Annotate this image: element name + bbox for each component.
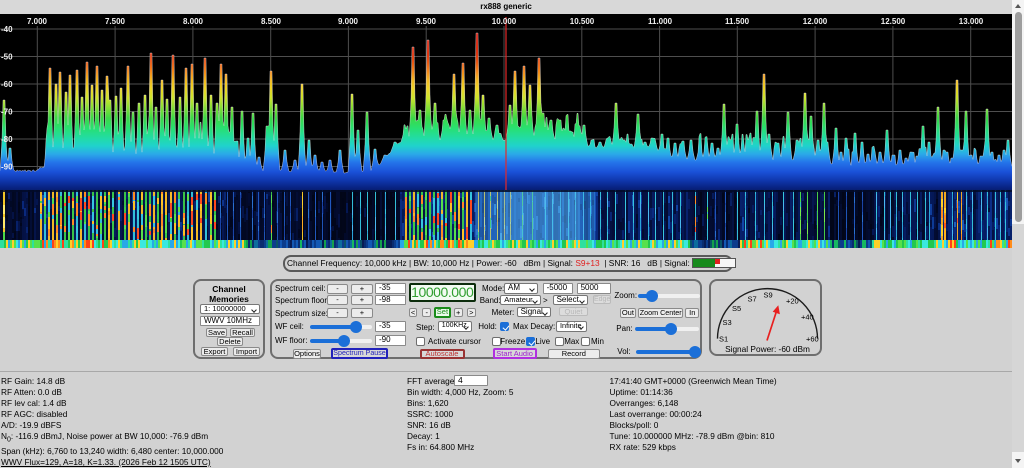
svg-text:+40: +40 [801,313,814,322]
svg-text:9.500: 9.500 [416,17,437,26]
svg-text:-80: -80 [1,135,13,144]
svg-text:-60: -60 [1,80,13,89]
svg-text:S5: S5 [732,304,741,313]
svg-text:10.000: 10.000 [492,17,517,26]
svg-text:8.500: 8.500 [261,17,282,26]
svg-text:9.000: 9.000 [338,17,359,26]
svg-text:7.500: 7.500 [105,17,126,26]
svg-text:+20: +20 [786,297,799,306]
svg-text:-50: -50 [1,53,13,62]
svg-text:8.000: 8.000 [183,17,204,26]
svg-text:S9: S9 [763,291,772,300]
svg-text:S1: S1 [719,335,728,344]
svg-text:12.000: 12.000 [803,17,828,26]
svg-text:12.500: 12.500 [881,17,906,26]
svg-text:S7: S7 [747,295,756,304]
svg-text:10.500: 10.500 [570,17,595,26]
svg-text:-40: -40 [1,25,13,34]
svg-text:+60: +60 [806,335,819,344]
svg-text:7.000: 7.000 [27,17,48,26]
svg-text:Signal Power: -60 dBm: Signal Power: -60 dBm [725,344,810,354]
svg-text:11.500: 11.500 [725,17,750,26]
svg-text:13.000: 13.000 [959,17,984,26]
svg-text:-90: -90 [1,163,13,172]
svg-text:S3: S3 [722,318,731,327]
svg-text:-70: -70 [1,108,13,117]
svg-text:11.000: 11.000 [648,17,673,26]
